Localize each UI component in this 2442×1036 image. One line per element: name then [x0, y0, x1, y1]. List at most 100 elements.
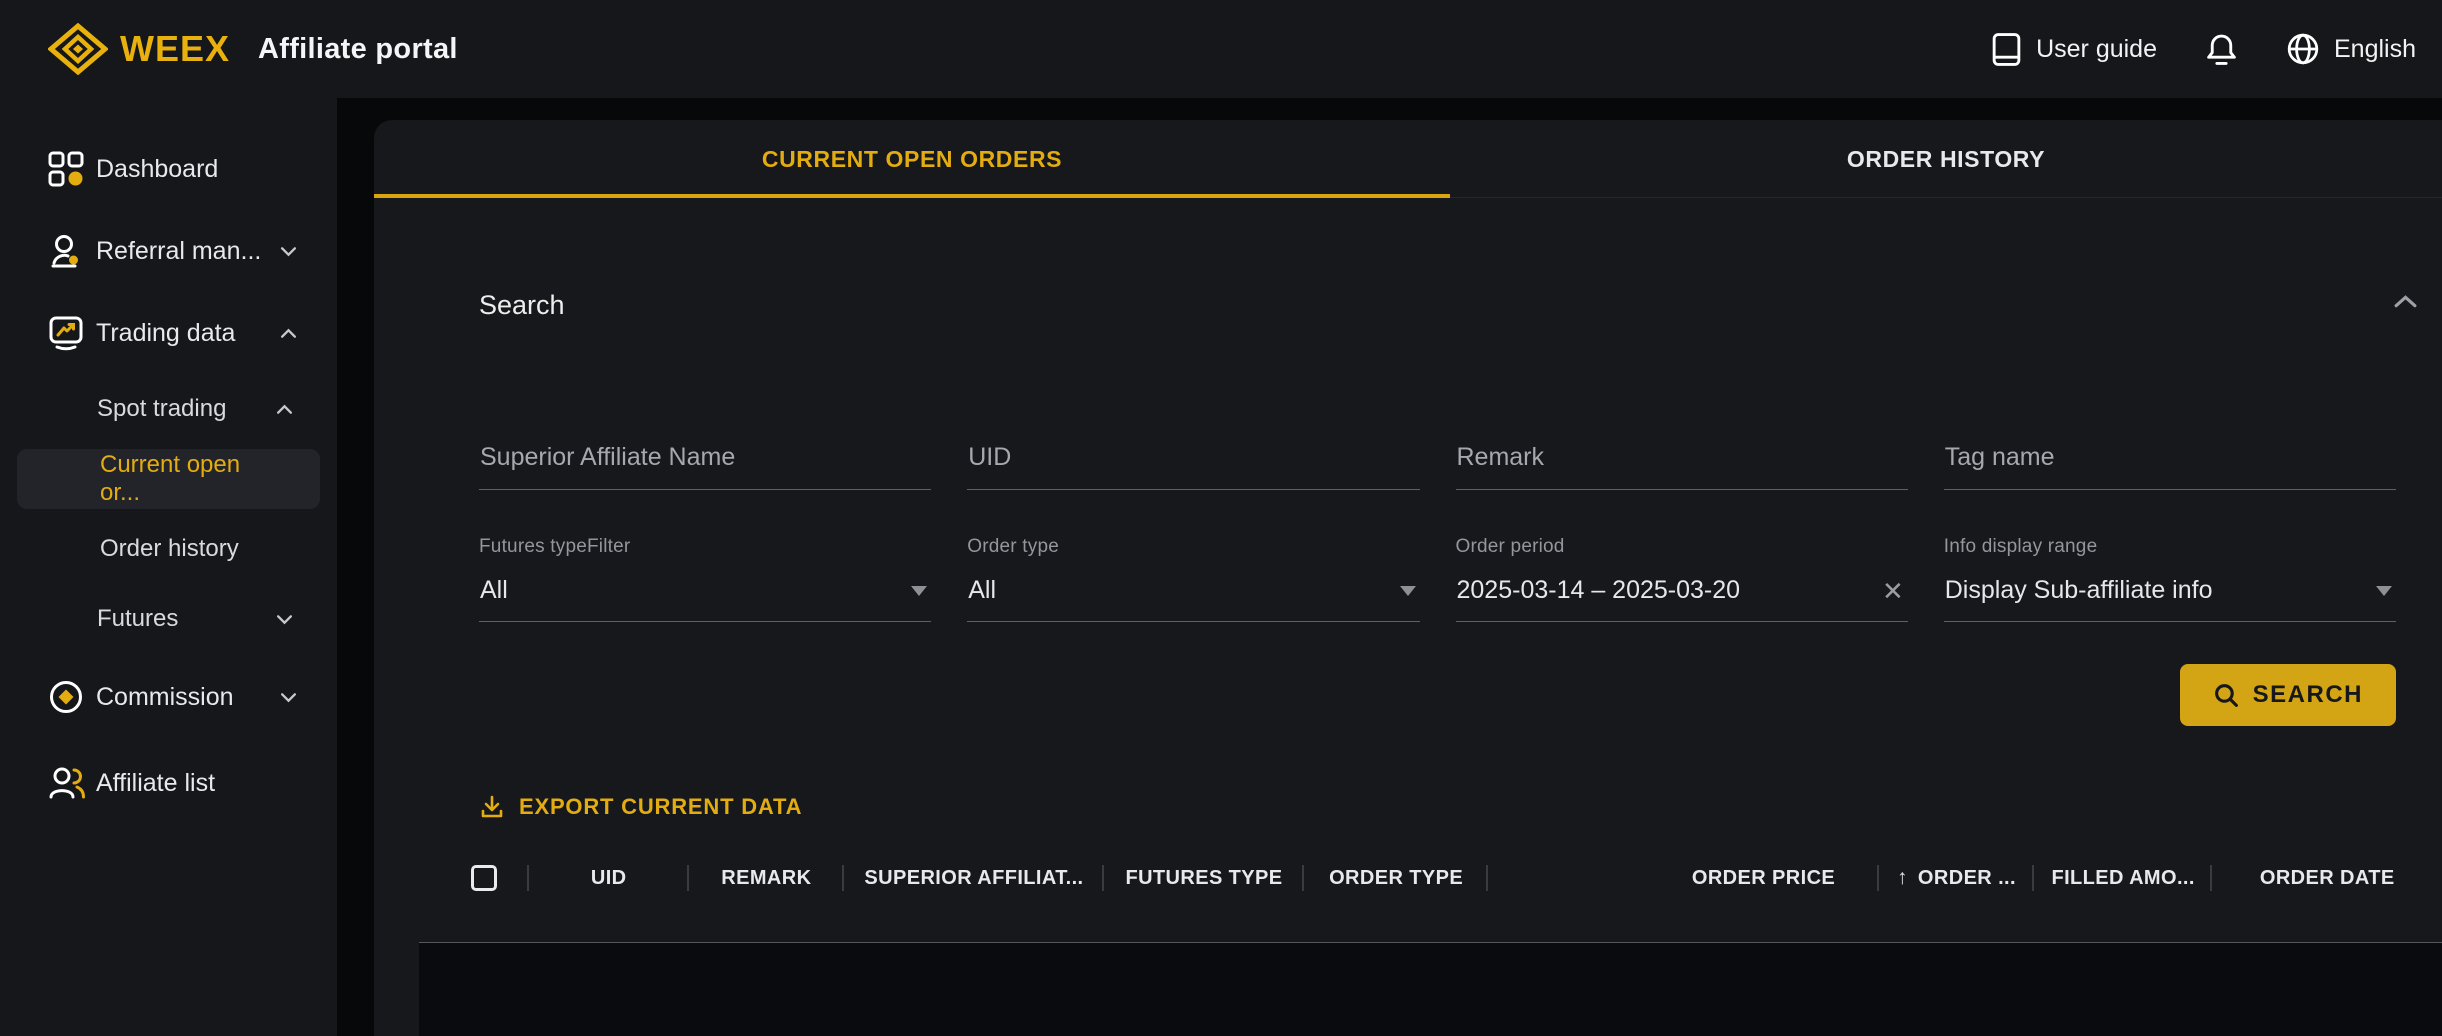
collapse-search-button[interactable] — [2389, 290, 2422, 318]
notifications-button[interactable] — [2205, 32, 2238, 67]
person-icon — [48, 233, 86, 269]
field-label: Order period — [1456, 536, 1908, 558]
sidebar-item-label: Current open or... — [100, 451, 276, 507]
sidebar-item-label: Affiliate list — [96, 769, 215, 798]
field-order-type: Order type All — [967, 536, 1419, 622]
sidebar: Dashboard Referral man... Trading data — [0, 98, 337, 1036]
sidebar-item-label: Dashboard — [96, 155, 218, 184]
table-header-uid: UID — [529, 852, 689, 904]
sidebar-item-label: Spot trading — [97, 395, 226, 423]
table-header-remark: REMARK — [689, 852, 845, 904]
caret-down-icon — [911, 586, 927, 596]
people-icon — [48, 765, 86, 801]
sidebar-item-label: Referral man... — [96, 237, 261, 266]
select-all-checkbox[interactable] — [471, 865, 497, 891]
main-content-panel: CURRENT OPEN ORDERS ORDER HISTORY Search — [374, 120, 2442, 1036]
user-guide-link[interactable]: User guide — [1991, 32, 2157, 67]
search-icon — [2213, 682, 2240, 709]
selected-value: All — [480, 576, 508, 605]
field-superior-affiliate-name — [479, 443, 931, 490]
field-label: Futures typeFilter — [479, 536, 931, 558]
table-header-order-price: ORDER PRICE — [1488, 852, 1879, 904]
tag-name-input[interactable] — [1944, 443, 2396, 490]
selected-value: All — [968, 576, 996, 605]
sidebar-item-affiliate-list[interactable]: Affiliate list — [0, 740, 337, 826]
navbar-actions: User guide English — [1991, 32, 2416, 67]
selected-value: Display Sub-affiliate info — [1945, 576, 2213, 605]
tab-label: ORDER HISTORY — [1847, 146, 2045, 173]
field-uid — [967, 443, 1419, 490]
remark-input[interactable] — [1456, 443, 1908, 490]
field-label: Order type — [967, 536, 1419, 558]
info-display-range-select[interactable]: Display Sub-affiliate info — [1944, 561, 2396, 622]
monitor-chart-icon — [48, 315, 86, 351]
download-icon — [479, 794, 505, 820]
sidebar-item-spot-trading[interactable]: Spot trading — [0, 374, 337, 444]
uid-input[interactable] — [967, 443, 1419, 490]
chevron-up-icon — [276, 404, 293, 415]
chevron-down-icon — [276, 614, 293, 625]
table-header-futures-type: FUTURES TYPE — [1104, 852, 1305, 904]
chevron-up-icon — [280, 328, 297, 339]
chevron-down-icon — [280, 246, 297, 257]
language-selector[interactable]: English — [2286, 32, 2416, 66]
sidebar-item-order-history[interactable]: Order history — [0, 514, 337, 584]
sidebar-item-label: Commission — [96, 683, 234, 712]
page-title: Affiliate portal — [258, 33, 458, 66]
search-button-label: SEARCH — [2253, 681, 2363, 709]
weex-logo-icon — [48, 23, 108, 75]
sidebar-item-current-open-orders[interactable]: Current open or... — [17, 449, 320, 509]
field-label: Info display range — [1944, 536, 2396, 558]
sidebar-item-trading-data[interactable]: Trading data — [0, 292, 337, 374]
table-header-order-type: ORDER TYPE — [1304, 852, 1488, 904]
top-navbar: WEEX Affiliate portal User guide English — [0, 0, 2442, 98]
table-header-order-amount[interactable]: ↑ ORDER ... — [1879, 852, 2034, 904]
sidebar-item-commission[interactable]: Commission — [0, 654, 337, 740]
search-section-title: Search — [479, 290, 565, 321]
brand-name: WEEX — [120, 28, 230, 70]
export-current-data-button[interactable]: EXPORT CURRENT DATA — [479, 794, 802, 820]
tab-order-history[interactable]: ORDER HISTORY — [1450, 120, 2442, 198]
chevron-down-icon — [280, 692, 297, 703]
book-icon — [1991, 32, 2022, 67]
sidebar-item-label: Order history — [100, 535, 239, 563]
search-button[interactable]: SEARCH — [2180, 664, 2396, 726]
table-header-filled-amount: FILLED AMO... — [2034, 852, 2213, 904]
field-order-period: Order period 2025-03-14 – 2025-03-20 ✕ — [1456, 536, 1908, 622]
table-header-select — [419, 852, 529, 904]
user-guide-label: User guide — [2036, 35, 2157, 64]
chevron-up-icon — [2393, 294, 2418, 309]
tab-current-open-orders[interactable]: CURRENT OPEN ORDERS — [374, 120, 1450, 198]
tab-label: CURRENT OPEN ORDERS — [762, 146, 1062, 173]
bell-icon — [2205, 32, 2238, 67]
table-body-empty — [419, 942, 2442, 1036]
table-header-row: UID REMARK SUPERIOR AFFILIAT... FUTURES … — [419, 852, 2442, 904]
field-info-display-range: Info display range Display Sub-affiliate… — [1944, 536, 2396, 622]
sort-ascending-icon: ↑ — [1897, 866, 1908, 890]
search-filter-section: Search Futures typeFilter — [374, 198, 2442, 726]
export-label: EXPORT CURRENT DATA — [519, 794, 802, 820]
table-header-superior-affiliate: SUPERIOR AFFILIAT... — [844, 852, 1103, 904]
futures-type-select[interactable]: All — [479, 561, 931, 622]
order-period-daterange[interactable]: 2025-03-14 – 2025-03-20 ✕ — [1456, 561, 1908, 622]
caret-down-icon — [2376, 586, 2392, 596]
orders-table: UID REMARK SUPERIOR AFFILIAT... FUTURES … — [419, 852, 2442, 1036]
date-range-value: 2025-03-14 – 2025-03-20 — [1457, 576, 1741, 605]
globe-icon — [2286, 32, 2320, 66]
field-tag-name — [1944, 443, 2396, 490]
order-type-select[interactable]: All — [967, 561, 1419, 622]
field-futures-type-filter: Futures typeFilter All — [479, 536, 931, 622]
field-remark — [1456, 443, 1908, 490]
sidebar-item-label: Trading data — [96, 319, 235, 348]
table-header-order-date: ORDER DATE — [2212, 852, 2442, 904]
sidebar-item-dashboard[interactable]: Dashboard — [0, 128, 337, 210]
order-tabs: CURRENT OPEN ORDERS ORDER HISTORY — [374, 120, 2442, 198]
sidebar-item-referral-management[interactable]: Referral man... — [0, 210, 337, 292]
caret-down-icon — [1400, 586, 1416, 596]
sidebar-item-futures[interactable]: Futures — [0, 584, 337, 654]
language-label: English — [2334, 35, 2416, 64]
dashboard-grid-icon — [48, 151, 86, 187]
clear-date-icon[interactable]: ✕ — [1882, 578, 1904, 604]
coin-diamond-icon — [48, 679, 86, 715]
superior-affiliate-name-input[interactable] — [479, 443, 931, 490]
